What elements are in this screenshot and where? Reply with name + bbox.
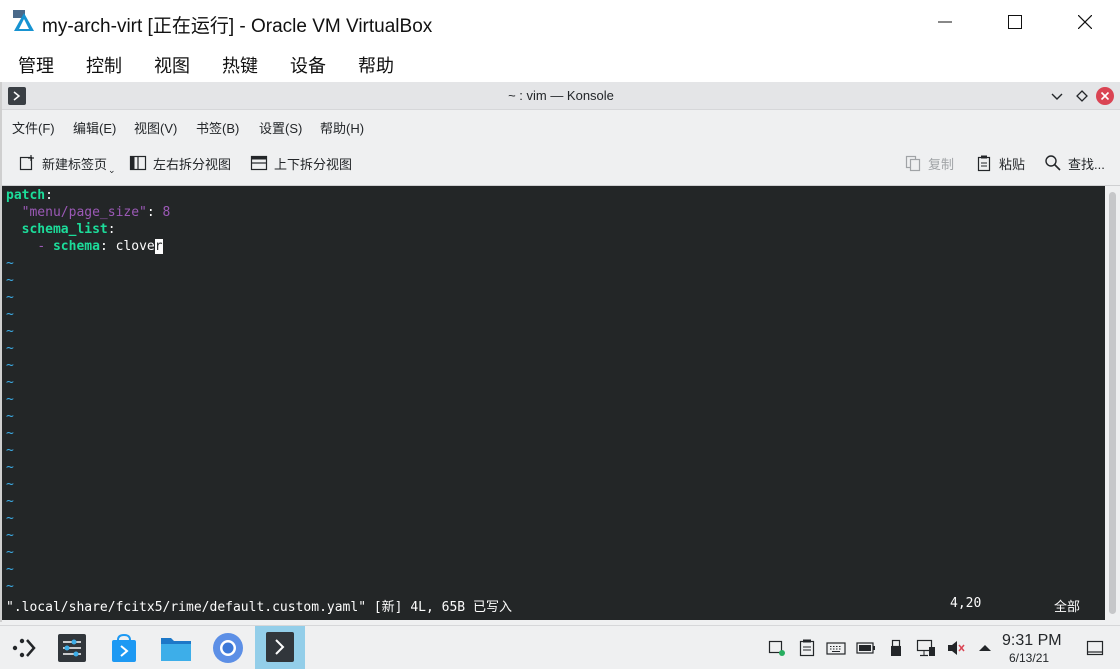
konsole-titlebar: ~ : vim — Konsole: [2, 82, 1120, 110]
konsole-menu-help[interactable]: 帮助(H): [320, 118, 364, 137]
application-launcher-icon[interactable]: [6, 630, 42, 666]
empty-line-marker: ~: [6, 460, 14, 475]
konsole-menu-bookmarks[interactable]: 书签(B): [196, 118, 239, 137]
copy-label: 复制: [928, 156, 955, 172]
split-left-right-label: 左右拆分视图: [153, 156, 232, 172]
window-title: my-arch-virt [正在运行] - Oracle VM VirtualB…: [42, 16, 433, 37]
vbox-logo-icon: [12, 9, 36, 33]
menu-manage[interactable]: 管理: [18, 52, 54, 78]
volume-muted-icon[interactable]: [946, 638, 966, 658]
empty-line-marker: ~: [6, 273, 14, 288]
terminal-view[interactable]: patch: "menu/page_size": 8 schema_list: …: [2, 186, 1105, 620]
konsole-window-title: ~ : vim — Konsole: [508, 88, 614, 103]
split-top-bottom-label: 上下拆分视图: [274, 156, 353, 172]
konsole-menu-settings[interactable]: 设置(S): [259, 118, 302, 137]
taskbar: 9:31 PM 6/13/21: [0, 625, 1120, 669]
empty-line-marker: ~: [6, 324, 14, 339]
menu-control[interactable]: 控制: [86, 52, 122, 78]
new-tab-icon: [18, 154, 36, 172]
editor-line-3: schema_list:: [21, 222, 116, 237]
empty-line-marker: ~: [6, 409, 14, 424]
empty-line-marker: ~: [6, 392, 14, 407]
konsole-toolbar: 新建标签页 ⌄ 左右拆分视图 上下拆分视图 复制 粘贴 查找...: [2, 140, 1120, 186]
vim-scroll-position: 全部: [1054, 600, 1081, 615]
empty-line-marker: ~: [6, 545, 14, 560]
editor-line-1: patch:: [6, 188, 53, 203]
vbox-titlebar: my-arch-virt [正在运行] - Oracle VM VirtualB…: [0, 0, 1120, 44]
menu-hotkeys[interactable]: 热键: [222, 52, 258, 78]
konsole-maximize-button[interactable]: [1073, 87, 1091, 105]
empty-line-marker: ~: [6, 511, 14, 526]
split-vertical-icon: [129, 154, 147, 172]
menu-view[interactable]: 视图: [154, 52, 190, 78]
show-desktop-icon[interactable]: [1085, 638, 1105, 658]
chevron-down-icon: ⌄: [108, 164, 116, 175]
konsole-menu-view[interactable]: 视图(V): [134, 118, 177, 137]
empty-line-marker: ~: [6, 477, 14, 492]
empty-line-marker: ~: [6, 290, 14, 305]
konsole-task-button[interactable]: [255, 626, 305, 669]
close-button[interactable]: [1050, 0, 1120, 44]
split-horizontal-icon: [250, 154, 268, 172]
copy-button[interactable]: 复制: [904, 152, 954, 174]
empty-line-marker: ~: [6, 341, 14, 356]
empty-line-marker: ~: [6, 426, 14, 441]
vim-status-message: ".local/share/fcitx5/rime/default.custom…: [6, 600, 512, 615]
empty-line-marker: ~: [6, 528, 14, 543]
copy-icon: [904, 154, 922, 172]
split-left-right-button[interactable]: 左右拆分视图: [129, 152, 231, 174]
menu-help[interactable]: 帮助: [358, 52, 394, 78]
terminal-scrollbar[interactable]: [1105, 186, 1120, 620]
empty-line-marker: ~: [6, 562, 14, 577]
file-manager-icon[interactable]: [158, 630, 194, 666]
paste-icon: [975, 154, 993, 172]
maximize-button[interactable]: [980, 0, 1050, 44]
editor-line-2: "menu/page_size": 8: [21, 205, 171, 220]
empty-line-marker: ~: [6, 443, 14, 458]
empty-line-marker: ~: [6, 494, 14, 509]
empty-line-marker: ~: [6, 256, 14, 271]
empty-line-marker: ~: [6, 358, 14, 373]
keyboard-icon[interactable]: [826, 638, 846, 658]
empty-line-marker: ~: [6, 579, 14, 594]
search-icon: [1044, 154, 1062, 172]
vbox-menubar: 管理 控制 视图 热键 设备 帮助: [0, 44, 1120, 82]
menu-devices[interactable]: 设备: [290, 52, 326, 78]
find-button[interactable]: 查找...: [1044, 152, 1105, 174]
clock-time[interactable]: 9:31 PM: [1002, 632, 1062, 650]
konsole-close-button[interactable]: [1096, 87, 1114, 105]
empty-line-marker: ~: [6, 375, 14, 390]
chromium-browser-icon[interactable]: [210, 630, 246, 666]
text-cursor: r: [154, 239, 163, 254]
konsole-menubar: 文件(F) 编辑(E) 视图(V) 书签(B) 设置(S) 帮助(H): [2, 110, 1120, 140]
find-label: 查找...: [1068, 156, 1105, 172]
clock-date[interactable]: 6/13/21: [1009, 651, 1049, 665]
minimize-button[interactable]: [910, 0, 980, 44]
editor-line-4: - schema: clover: [37, 239, 163, 254]
battery-icon[interactable]: [856, 638, 876, 658]
notes-icon[interactable]: [797, 638, 817, 658]
new-tab-label: 新建标签页: [42, 156, 108, 172]
discover-store-icon[interactable]: [106, 630, 142, 666]
scrollbar-thumb[interactable]: [1109, 192, 1116, 614]
paste-label: 粘贴: [999, 156, 1026, 172]
clipboard-status-icon[interactable]: [768, 638, 788, 658]
vim-cursor-position: 4,20: [950, 596, 982, 611]
split-top-bottom-button[interactable]: 上下拆分视图: [250, 152, 352, 174]
network-icon[interactable]: [916, 638, 936, 658]
usb-device-icon[interactable]: [886, 638, 906, 658]
system-settings-icon[interactable]: [54, 630, 90, 666]
paste-button[interactable]: 粘贴: [975, 152, 1025, 174]
konsole-menu-file[interactable]: 文件(F): [12, 118, 55, 137]
konsole-minimize-button[interactable]: [1048, 87, 1066, 105]
empty-line-marker: ~: [6, 307, 14, 322]
new-tab-button[interactable]: 新建标签页 ⌄: [18, 152, 116, 175]
tray-expand-icon[interactable]: [975, 638, 995, 658]
konsole-menu-edit[interactable]: 编辑(E): [73, 118, 116, 137]
